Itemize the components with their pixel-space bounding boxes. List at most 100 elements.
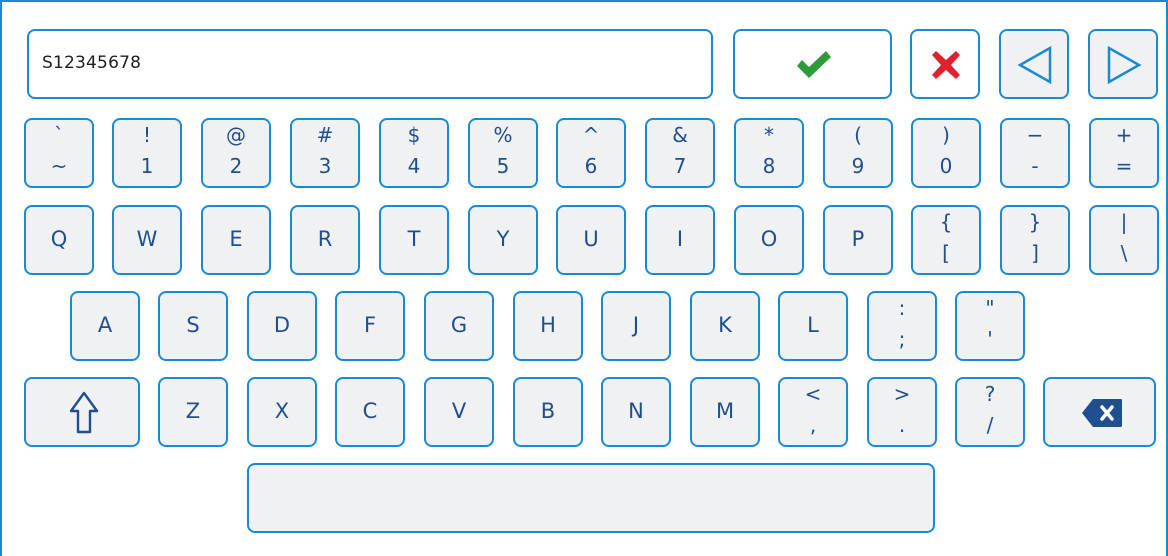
key-lower-label: ~ bbox=[50, 154, 68, 178]
key-label: B bbox=[540, 399, 556, 423]
key-upper-label: + bbox=[1115, 123, 1133, 147]
key-label: F bbox=[363, 313, 377, 337]
key-y[interactable]: Y bbox=[468, 205, 538, 275]
key-g[interactable]: G bbox=[424, 291, 494, 361]
key-q[interactable]: Q bbox=[24, 205, 94, 275]
space-bar[interactable] bbox=[247, 463, 935, 533]
key-u[interactable]: U bbox=[556, 205, 626, 275]
key-e[interactable]: E bbox=[201, 205, 271, 275]
key-x[interactable]: X bbox=[247, 377, 317, 447]
key-upper-label: ( bbox=[854, 123, 862, 147]
key-4[interactable]: $4 bbox=[379, 118, 449, 188]
key-a[interactable]: A bbox=[70, 291, 140, 361]
checkmark-icon bbox=[797, 51, 831, 78]
key-slash[interactable]: ? / bbox=[955, 377, 1025, 447]
key-6[interactable]: ^ 6 bbox=[556, 118, 626, 188]
key-upper-label: @ bbox=[226, 123, 246, 147]
key-s[interactable]: S bbox=[158, 291, 228, 361]
key-lower-label: 2 bbox=[229, 154, 243, 178]
cursor-right-button[interactable] bbox=[1088, 29, 1158, 99]
backspace-button[interactable] bbox=[1043, 377, 1156, 447]
key-0[interactable]: ) 0 bbox=[911, 118, 981, 188]
key-v[interactable]: V bbox=[424, 377, 494, 447]
key-equals[interactable]: + = bbox=[1089, 118, 1159, 188]
key-label: O bbox=[760, 227, 778, 251]
key-bracket-right[interactable]: }] bbox=[1000, 205, 1070, 275]
key-upper-label: % bbox=[493, 123, 513, 147]
frame-left-border bbox=[0, 0, 2, 556]
key-lower-label: 1 bbox=[140, 154, 154, 178]
key-lower-label: 7 bbox=[673, 154, 687, 178]
key-label: K bbox=[718, 313, 732, 337]
triangle-right-icon bbox=[1107, 46, 1142, 84]
key-label: X bbox=[274, 399, 290, 423]
key-8[interactable]: * 8 bbox=[734, 118, 804, 188]
close-icon bbox=[932, 51, 960, 79]
key-lower-label: 8 bbox=[762, 154, 776, 178]
key-1[interactable]: ! 1 bbox=[112, 118, 182, 188]
key-t[interactable]: T bbox=[379, 205, 449, 275]
key-upper-label: { bbox=[939, 210, 953, 234]
backspace-icon bbox=[1082, 399, 1122, 427]
key-minus[interactable]: − - bbox=[1000, 118, 1070, 188]
key-bracket-left[interactable]: {[ bbox=[911, 205, 981, 275]
key-label: G bbox=[450, 313, 468, 337]
key-h[interactable]: H bbox=[513, 291, 583, 361]
key-lower-label: . bbox=[898, 413, 906, 437]
key-o[interactable]: O bbox=[734, 205, 804, 275]
confirm-button[interactable] bbox=[733, 29, 892, 99]
key-l[interactable]: L bbox=[778, 291, 848, 361]
key-lower-label: ] bbox=[1031, 241, 1039, 265]
key-lower-label: 6 bbox=[584, 154, 598, 178]
key-upper-label: $ bbox=[407, 123, 421, 147]
shift-button[interactable] bbox=[24, 377, 140, 447]
key-upper-label: − bbox=[1026, 123, 1044, 147]
key-upper-label: ^ bbox=[582, 123, 600, 147]
key-2[interactable]: @2 bbox=[201, 118, 271, 188]
key-f[interactable]: F bbox=[335, 291, 405, 361]
key-5[interactable]: % 5 bbox=[468, 118, 538, 188]
key-b[interactable]: B bbox=[513, 377, 583, 447]
key-label: D bbox=[273, 313, 291, 337]
key-label: Q bbox=[50, 227, 68, 251]
key-label: U bbox=[583, 227, 599, 251]
key-comma[interactable]: <, bbox=[778, 377, 848, 447]
key-label: H bbox=[540, 313, 556, 337]
cursor-left-button[interactable] bbox=[999, 29, 1069, 99]
key-label: J bbox=[632, 313, 640, 337]
key-quote[interactable]: " ' bbox=[955, 291, 1025, 361]
key-upper-label: } bbox=[1028, 210, 1042, 234]
key-lower-label: [ bbox=[942, 241, 950, 265]
key-z[interactable]: Z bbox=[158, 377, 228, 447]
key-9[interactable]: (9 bbox=[823, 118, 893, 188]
cancel-button[interactable] bbox=[910, 29, 980, 99]
key-p[interactable]: P bbox=[823, 205, 893, 275]
key-lower-label: , bbox=[809, 413, 817, 437]
key-w[interactable]: W bbox=[112, 205, 182, 275]
key-period[interactable]: >. bbox=[867, 377, 937, 447]
key-upper-label: | bbox=[1120, 210, 1128, 234]
key-lower-label: - bbox=[1031, 154, 1039, 178]
key-3[interactable]: #3 bbox=[290, 118, 360, 188]
key-k[interactable]: K bbox=[690, 291, 760, 361]
key-upper-label: ` bbox=[54, 123, 64, 147]
key-r[interactable]: R bbox=[290, 205, 360, 275]
key-label: I bbox=[676, 227, 684, 251]
key-i[interactable]: I bbox=[645, 205, 715, 275]
key-backslash[interactable]: | \ bbox=[1089, 205, 1159, 275]
frame-top-border bbox=[0, 0, 1168, 2]
key-c[interactable]: C bbox=[335, 377, 405, 447]
text-input-field[interactable]: S12345678 bbox=[27, 29, 713, 99]
key-label: N bbox=[628, 399, 644, 423]
key-lower-label: = bbox=[1115, 154, 1133, 178]
key-m[interactable]: M bbox=[690, 377, 760, 447]
key-upper-label: * bbox=[764, 123, 774, 147]
key-d[interactable]: D bbox=[247, 291, 317, 361]
key-n[interactable]: N bbox=[601, 377, 671, 447]
key-upper-label: # bbox=[316, 123, 334, 147]
key-lower-label: 5 bbox=[496, 154, 510, 178]
key-j[interactable]: J bbox=[601, 291, 671, 361]
key-7[interactable]: & 7 bbox=[645, 118, 715, 188]
key-semicolon[interactable]: :; bbox=[867, 291, 937, 361]
key-backtick[interactable]: ` ~ bbox=[24, 118, 94, 188]
